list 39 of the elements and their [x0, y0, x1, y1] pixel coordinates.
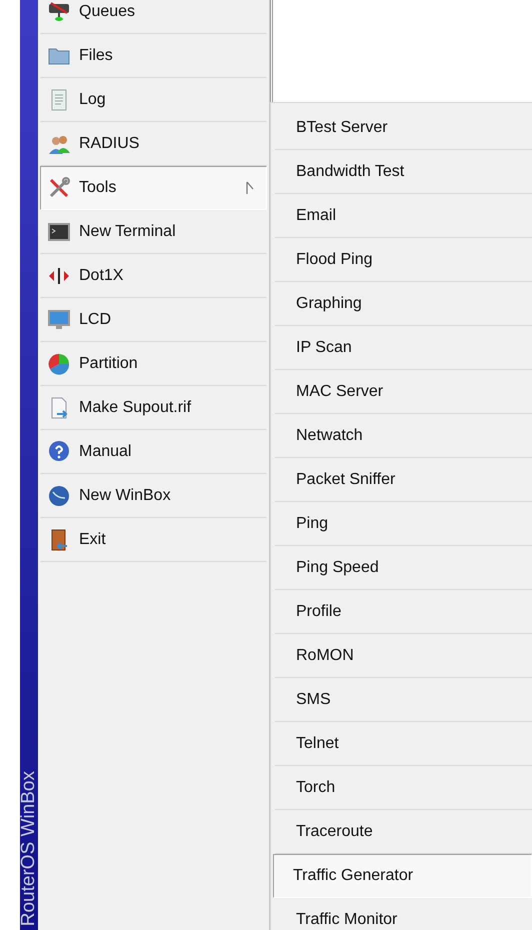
submenu-item[interactable]: SMS: [275, 678, 532, 722]
submenu-item[interactable]: RoMON: [275, 634, 532, 678]
menu-item[interactable]: Partition: [40, 342, 267, 386]
submenu-item[interactable]: Graphing: [275, 282, 532, 326]
submenu-item[interactable]: Traffic Generator: [273, 854, 532, 898]
submenu-item[interactable]: Bandwidth Test: [275, 150, 532, 194]
submenu-item[interactable]: Torch: [275, 766, 532, 810]
submenu-item[interactable]: Profile: [275, 590, 532, 634]
menu-item[interactable]: New Terminal: [40, 210, 267, 254]
help-icon: [47, 440, 71, 464]
menu-item[interactable]: Manual: [40, 430, 267, 474]
menu-item[interactable]: Queues: [40, 0, 267, 34]
submenu-item[interactable]: Traffic Monitor: [275, 898, 532, 930]
queue-icon: [47, 0, 71, 24]
menu-item[interactable]: Make Supout.rif: [40, 386, 267, 430]
menu-item[interactable]: Exit: [40, 518, 267, 562]
submenu-item[interactable]: Flood Ping: [275, 238, 532, 282]
tools-icon: [47, 176, 71, 200]
menu-item[interactable]: Files: [40, 34, 267, 78]
pie-chart-icon: [47, 352, 71, 376]
menu-item[interactable]: Log: [40, 78, 267, 122]
submenu-item[interactable]: MAC Server: [275, 370, 532, 414]
submenu-item[interactable]: Packet Sniffer: [275, 458, 532, 502]
submenu-item[interactable]: Ping Speed: [275, 546, 532, 590]
submenu-item[interactable]: BTest Server: [275, 106, 532, 150]
terminal-icon: [47, 220, 71, 244]
submenu-arrow-icon: [246, 181, 254, 195]
submenu-item[interactable]: Email: [275, 194, 532, 238]
banner-text: RouterOS WinBox: [20, 770, 38, 926]
menu-item[interactable]: LCD: [40, 298, 267, 342]
menu-item[interactable]: New WinBox: [40, 474, 267, 518]
menu-item[interactable]: Dot1X: [40, 254, 267, 298]
submenu-item[interactable]: IP Scan: [275, 326, 532, 370]
menu-item[interactable]: Tools: [40, 166, 267, 210]
globe-icon: [47, 484, 71, 508]
submenu-item[interactable]: Ping: [275, 502, 532, 546]
monitor-icon: [47, 308, 71, 332]
submenu-item[interactable]: Telnet: [275, 722, 532, 766]
submenu-item[interactable]: Netwatch: [275, 414, 532, 458]
